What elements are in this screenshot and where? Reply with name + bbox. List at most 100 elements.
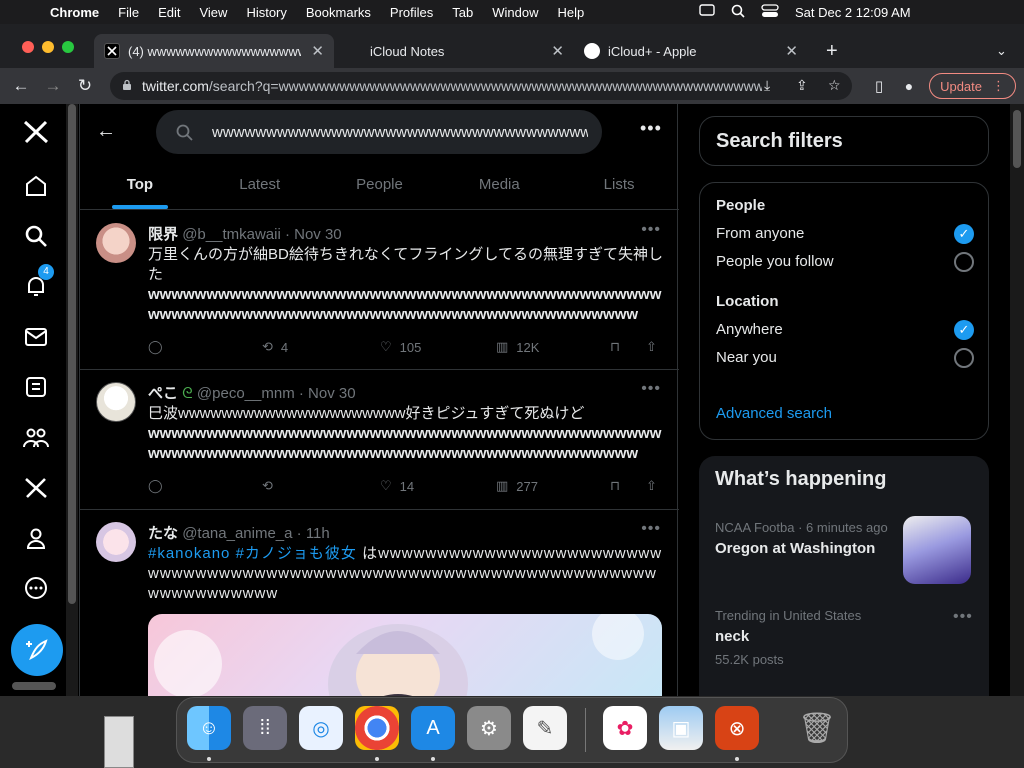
communities-icon[interactable] bbox=[16, 417, 56, 457]
radio-checked-icon[interactable]: ✓ bbox=[954, 320, 974, 340]
bookmark-star-icon[interactable]: ☆ bbox=[828, 77, 841, 94]
search-input[interactable]: wwwwwwwwwwwwwwwwwwwwwwwwwwwwwwwwwwwwwwww… bbox=[156, 110, 602, 154]
reply-button[interactable]: ◯ bbox=[148, 478, 171, 494]
tweet[interactable]: 限界 @b__tmkawaii · Nov 30 ••• 万里くんの方が紬BD絵… bbox=[80, 211, 679, 370]
tweet-hashtags[interactable]: #kanokano #カノジョも彼女 bbox=[148, 545, 357, 562]
spotlight-search-icon[interactable] bbox=[731, 4, 745, 21]
scrollbar-thumb[interactable] bbox=[1013, 110, 1021, 168]
views-button[interactable]: ▥ 12K bbox=[496, 339, 539, 355]
horizontal-scrollbar-thumb[interactable] bbox=[12, 682, 56, 690]
finder-icon[interactable]: ☺ bbox=[187, 706, 231, 750]
menu-view[interactable]: View bbox=[199, 5, 227, 20]
tab-twitter-search[interactable]: (4) wwwwwwwwwwwwwwwwwwwwwww ✕ bbox=[94, 34, 334, 68]
tweet-author-name[interactable]: 限界 bbox=[148, 226, 178, 243]
tweet-author-name[interactable]: ぺこ bbox=[148, 385, 178, 402]
menubar-clock[interactable]: Sat Dec 2 12:09 AM bbox=[795, 5, 911, 20]
trash-icon[interactable]: 🗑 bbox=[795, 706, 839, 750]
explore-search-icon[interactable] bbox=[16, 216, 56, 256]
menu-window[interactable]: Window bbox=[492, 5, 538, 20]
tweet[interactable]: たな @tana_anime_a · 11h ••• #kanokano #カノ… bbox=[80, 510, 679, 696]
tab-icloud-plus[interactable]: iCloud+ - Apple ✕ bbox=[574, 34, 808, 68]
menu-app-name[interactable]: Chrome bbox=[50, 5, 99, 20]
menu-help[interactable]: Help bbox=[558, 5, 585, 20]
app-store-icon[interactable]: A bbox=[411, 706, 455, 750]
menu-tab[interactable]: Tab bbox=[452, 5, 473, 20]
trend-title[interactable]: neck bbox=[715, 628, 749, 645]
messages-mail-icon[interactable] bbox=[16, 317, 56, 357]
retweet-button[interactable]: ⟲ 4 bbox=[262, 339, 288, 355]
new-tab-button[interactable]: + bbox=[816, 34, 850, 68]
tab-top[interactable]: Top bbox=[80, 162, 200, 209]
trend-title[interactable]: Oregon at Washington bbox=[715, 540, 875, 557]
launchpad-icon[interactable]: ⁞⁞ bbox=[243, 706, 287, 750]
share-tweet-button[interactable]: ⇧ bbox=[646, 339, 657, 355]
menu-file[interactable]: File bbox=[118, 5, 139, 20]
tab-icloud-notes[interactable]: iCloud Notes ✕ bbox=[336, 34, 574, 68]
advanced-search-link[interactable]: Advanced search bbox=[716, 405, 832, 422]
preview-icon[interactable]: ▣ bbox=[659, 706, 703, 750]
tweet[interactable]: ぺこ ᘓ @peco__mnm · Nov 30 ••• 巳波wwwwwwwww… bbox=[80, 370, 679, 510]
avatar[interactable] bbox=[96, 382, 136, 422]
control-center-icon[interactable] bbox=[761, 3, 779, 21]
radio-checked-icon[interactable]: ✓ bbox=[954, 224, 974, 244]
right-scrollbar[interactable] bbox=[1010, 104, 1024, 696]
compose-post-button[interactable] bbox=[11, 624, 63, 676]
tweet-more-icon[interactable]: ••• bbox=[641, 380, 661, 398]
tweet-media-image[interactable] bbox=[148, 614, 662, 696]
safari-icon[interactable]: ◎ bbox=[299, 706, 343, 750]
tweet-handle-date[interactable]: @tana_anime_a · 11h bbox=[182, 525, 330, 542]
close-tab-icon[interactable]: ✕ bbox=[311, 42, 324, 60]
tweet-author-name[interactable]: たな bbox=[148, 525, 178, 542]
like-button[interactable]: ♡ 105 bbox=[380, 339, 421, 355]
notifications-bell-icon[interactable]: 4 bbox=[16, 264, 56, 306]
avatar[interactable] bbox=[96, 223, 136, 263]
tweet-handle-date[interactable]: @peco__mnm · Nov 30 bbox=[197, 385, 356, 402]
reply-button[interactable]: ◯ bbox=[148, 339, 171, 355]
back-arrow-icon[interactable]: ← bbox=[96, 120, 116, 143]
profile-icon[interactable]: ● bbox=[896, 78, 922, 94]
tweet-more-icon[interactable]: ••• bbox=[641, 520, 661, 538]
retweet-button[interactable]: ⟲ bbox=[262, 478, 281, 494]
menu-bookmarks[interactable]: Bookmarks bbox=[306, 5, 371, 20]
remote-desktop-icon[interactable]: ⊗ bbox=[715, 706, 759, 750]
trend-thumbnail-image[interactable] bbox=[903, 516, 971, 584]
tweet-more-icon[interactable]: ••• bbox=[641, 221, 661, 239]
minimize-window-button[interactable] bbox=[42, 41, 54, 53]
bookmark-button[interactable]: ⊓ bbox=[610, 339, 620, 355]
filter-near-you[interactable]: Near you bbox=[716, 348, 974, 368]
tab-latest[interactable]: Latest bbox=[200, 162, 320, 209]
chrome-icon[interactable] bbox=[355, 706, 399, 750]
more-circle-icon[interactable] bbox=[16, 568, 56, 608]
x-home-logo-icon[interactable] bbox=[16, 112, 56, 152]
avatar[interactable] bbox=[96, 522, 136, 562]
views-button[interactable]: ▥ 277 bbox=[496, 478, 538, 494]
back-button[interactable]: ← bbox=[8, 76, 34, 96]
share-tweet-button[interactable]: ⇧ bbox=[646, 478, 657, 494]
close-window-button[interactable] bbox=[22, 41, 34, 53]
tab-lists[interactable]: Lists bbox=[559, 162, 679, 209]
forward-button[interactable]: → bbox=[40, 76, 66, 96]
reload-button[interactable]: ↻ bbox=[72, 76, 98, 96]
menu-edit[interactable]: Edit bbox=[158, 5, 180, 20]
filter-people-you-follow[interactable]: People you follow bbox=[716, 252, 974, 272]
menu-profiles[interactable]: Profiles bbox=[390, 5, 433, 20]
bookmark-button[interactable]: ⊓ bbox=[610, 478, 620, 494]
install-app-icon[interactable]: ⤓ bbox=[764, 77, 770, 94]
filter-from-anyone[interactable]: From anyone ✓ bbox=[716, 224, 974, 244]
address-bar[interactable]: twitter.com/search?q=wwwwwwwwwwwwwwwwwww… bbox=[110, 72, 852, 100]
close-tab-icon[interactable]: ✕ bbox=[785, 42, 798, 60]
home-icon[interactable] bbox=[16, 166, 56, 206]
profile-person-icon[interactable] bbox=[16, 518, 56, 558]
share-icon[interactable]: ⇪ bbox=[796, 77, 808, 94]
premium-x-icon[interactable] bbox=[16, 468, 56, 508]
update-button[interactable]: Update ⋮ bbox=[929, 73, 1016, 99]
system-settings-icon[interactable]: ⚙ bbox=[467, 706, 511, 750]
tweet-handle-date[interactable]: @b__tmkawaii · Nov 30 bbox=[182, 226, 341, 243]
screen-mirror-icon[interactable] bbox=[699, 4, 715, 20]
textedit-icon[interactable]: ✎ bbox=[523, 706, 567, 750]
radio-unchecked-icon[interactable] bbox=[954, 348, 974, 368]
left-scrollbar[interactable] bbox=[66, 104, 78, 696]
menu-history[interactable]: History bbox=[246, 5, 286, 20]
tab-search-button[interactable]: ⌄ bbox=[986, 34, 1016, 68]
tab-media[interactable]: Media bbox=[439, 162, 559, 209]
